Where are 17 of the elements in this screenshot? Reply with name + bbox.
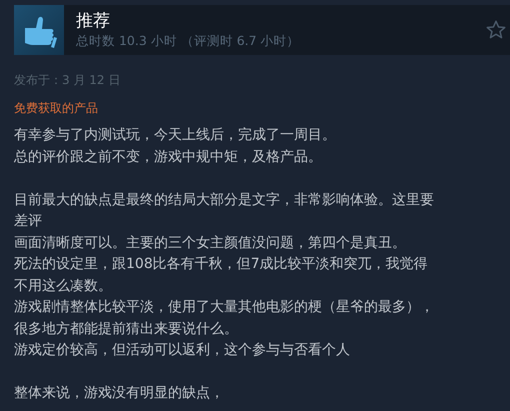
playtime-text: 总时数 10.3 小时 （评测时 6.7 小时） bbox=[76, 32, 301, 50]
review-text-line: 死法的设定里，跟108比各有千秋，但7成比较平淡和突兀，我觉得 bbox=[14, 256, 428, 272]
free-product-note: 免费获取的产品 bbox=[14, 100, 99, 116]
review-text-line: 游戏剧情整体比较平淡，使用了大量其他电影的梗（星爷的最多）， bbox=[14, 299, 434, 315]
review-text-line: 有幸参与了内测试玩，今天上线后，完成了一周目。 bbox=[14, 127, 336, 143]
thumbs-up-icon bbox=[14, 5, 64, 55]
review-text-line: 不用这么凑数。 bbox=[14, 278, 112, 294]
review-text-line: 很多地方都能提前猜出来要说什么。 bbox=[14, 320, 238, 336]
review-text-line: 游戏定价较高，但活动可以返利，这个参与与否看个人 bbox=[14, 342, 350, 358]
review-text-line: 差评 bbox=[14, 213, 42, 229]
review-text-line: 总的评价跟之前不变，游戏中规中矩，及格产品。 bbox=[14, 148, 322, 164]
posted-date: 发布于：3 月 12 日 bbox=[14, 72, 122, 88]
review-text-line: 整体来说，游戏没有明显的缺点， bbox=[14, 385, 224, 401]
verdict-title: 推荐 bbox=[76, 10, 111, 32]
star-icon[interactable] bbox=[485, 19, 507, 41]
review-text-line: 画面清晰度可以。主要的三个女主颜值没问题，第四个是真丑。 bbox=[14, 234, 406, 250]
review-text-line: 目前最大的缺点是最终的结局大部分是文字，非常影响体验。这里要 bbox=[14, 192, 434, 208]
